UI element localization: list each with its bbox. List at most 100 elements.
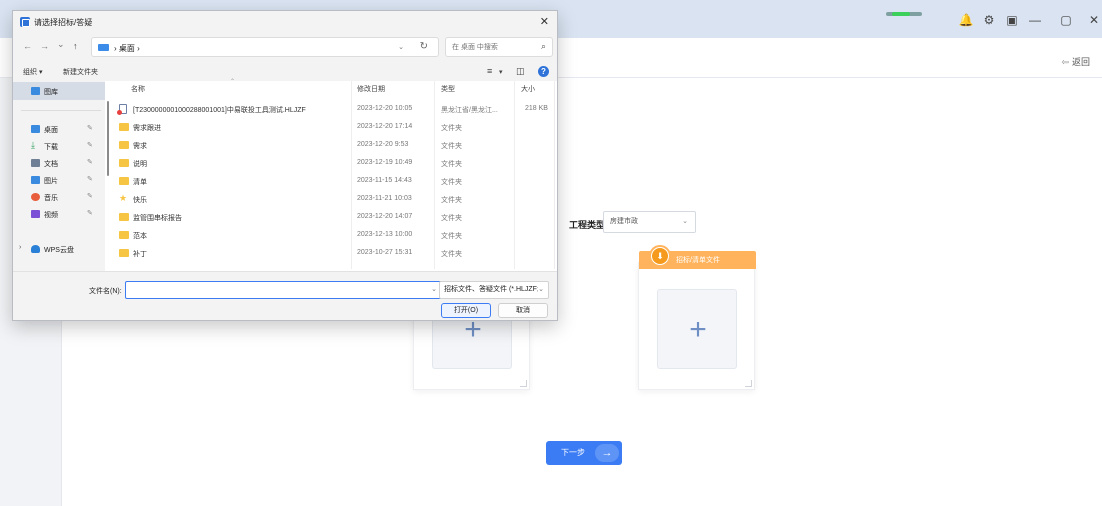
view-list-icon[interactable]: ≡ — [487, 66, 492, 76]
back-button[interactable]: ⇦ 返回 — [1061, 55, 1090, 68]
column-header-date[interactable]: 修改日期 — [357, 84, 385, 94]
file-type-value: 招标文件、答疑文件 (*.HLJZF;* — [444, 286, 542, 293]
organize-menu[interactable]: 组织 ▾ — [23, 67, 42, 77]
column-header-name[interactable]: 名称 — [131, 84, 145, 94]
settings-icon[interactable]: ⚙ — [981, 12, 997, 28]
screen-icon[interactable]: ▣ — [1004, 12, 1020, 28]
file-name: 需求 — [133, 143, 147, 150]
recent-locations-icon[interactable]: ⌄ — [57, 39, 65, 50]
file-date: 2023-12-20 14:07 — [357, 213, 413, 220]
close-window-button[interactable]: ✕ — [1086, 12, 1102, 28]
file-name: [T2300000001000288001001]中易联投工具测试.HLJZF — [133, 107, 306, 114]
forward-arrow-icon[interactable]: → — [40, 41, 49, 51]
folder-row[interactable]: 监管围串标报告 2023-12-20 14:07 文件夹 — [105, 208, 557, 226]
desktop-icon — [31, 125, 40, 133]
column-header-size[interactable]: 大小 — [521, 84, 535, 94]
file-type: 文件夹 — [441, 215, 462, 222]
sidebar-item-gallery[interactable]: 图库 — [13, 82, 105, 100]
music-icon — [31, 193, 40, 201]
file-date: 2023-12-20 9:53 — [357, 141, 409, 148]
pin-icon: ✎ — [87, 125, 93, 132]
search-box[interactable]: ⌕ — [445, 37, 553, 57]
cancel-button[interactable]: 取消 — [498, 303, 548, 318]
sidebar-item-downloads[interactable]: ⤓ 下载 ✎ — [13, 137, 105, 155]
sidebar-item-wps-cloud[interactable]: › WPS云盘 — [13, 240, 105, 258]
folder-row[interactable]: 需求 2023-12-20 9:53 文件夹 — [105, 136, 557, 154]
pin-icon: ✎ — [87, 176, 93, 183]
file-list: ⌃ 名称 修改日期 类型 大小 [T2300000001000288001001… — [105, 79, 557, 271]
file-type: 文件夹 — [441, 161, 462, 168]
folder-row[interactable]: ★ 快乐 2023-11-21 10:03 文件夹 — [105, 190, 557, 208]
folder-row[interactable]: 清单 2023-11-15 14:43 文件夹 — [105, 172, 557, 190]
sidebar-item-music[interactable]: 音乐 ✎ — [13, 188, 105, 206]
search-input[interactable] — [446, 38, 534, 56]
arrow-right-icon: → — [595, 444, 619, 462]
sidebar-item-label: 音乐 — [44, 195, 58, 202]
preview-pane-icon[interactable]: ◫ — [516, 66, 525, 77]
folder-icon — [119, 141, 129, 149]
new-folder-button[interactable]: 新建文件夹 — [63, 67, 98, 77]
maximize-button[interactable]: ▢ — [1058, 12, 1074, 28]
sidebar-item-label: 文档 — [44, 161, 58, 168]
resize-corner — [520, 380, 527, 387]
drop-zone[interactable]: + — [657, 289, 737, 369]
sidebar-item-label: WPS云盘 — [44, 247, 74, 254]
minimize-button[interactable]: — — [1027, 12, 1043, 28]
up-arrow-icon[interactable]: ↑ — [73, 41, 78, 51]
bell-icon[interactable]: 🔔 — [958, 12, 974, 28]
file-type: 文件夹 — [441, 125, 462, 132]
file-date: 2023-12-20 10:05 — [357, 105, 413, 112]
column-header-type[interactable]: 类型 — [441, 84, 455, 94]
file-date: 2023-12-19 10:49 — [357, 159, 413, 166]
help-icon[interactable]: ? — [538, 66, 549, 77]
chevron-down-icon: ⌄ — [538, 282, 544, 298]
pictures-icon — [31, 176, 40, 184]
sidebar-item-videos[interactable]: 视频 ✎ — [13, 205, 105, 223]
folder-icon — [119, 159, 129, 167]
resize-corner — [745, 380, 752, 387]
open-button[interactable]: 打开(O) — [441, 303, 491, 318]
file-name: 范本 — [133, 233, 147, 240]
sidebar-item-label: 图片 — [44, 178, 58, 185]
pin-icon: ✎ — [87, 210, 93, 217]
file-date: 2023-11-21 10:03 — [357, 195, 412, 202]
pin-icon: ✎ — [87, 193, 93, 200]
hljzf-file-icon — [117, 104, 127, 115]
project-type-select[interactable]: 房建市政 ⌄ — [603, 211, 696, 233]
star-icon: ★ — [119, 193, 128, 203]
close-icon[interactable]: ✕ — [540, 15, 549, 28]
chevron-down-icon[interactable]: ⌄ — [398, 43, 404, 51]
sidebar-item-label: 视频 — [44, 212, 58, 219]
card-title: 招标/清单文件 — [676, 257, 720, 264]
pin-icon: ✎ — [87, 142, 93, 149]
dialog-toolbar: 组织 ▾ 新建文件夹 ≡ ▾ ◫ ? — [13, 63, 557, 81]
filename-input[interactable] — [126, 282, 426, 298]
chevron-right-icon[interactable]: › — [19, 244, 21, 251]
folder-row[interactable]: 范本 2023-12-13 10:00 文件夹 — [105, 226, 557, 244]
folder-row[interactable]: 需求跟进 2023-12-20 17:14 文件夹 — [105, 118, 557, 136]
file-type: 文件夹 — [441, 197, 462, 204]
refresh-icon[interactable]: ↻ — [420, 41, 428, 52]
file-row[interactable]: [T2300000001000288001001]中易联投工具测试.HLJZF … — [105, 100, 557, 118]
file-type: 文件夹 — [441, 251, 462, 258]
file-type-select[interactable]: 招标文件、答疑文件 (*.HLJZF;* ⌄ — [439, 281, 549, 299]
next-step-button[interactable]: 下一步 → — [546, 441, 622, 465]
file-name: 快乐 — [133, 197, 147, 204]
file-size: 218 KB — [525, 105, 548, 112]
gallery-icon — [31, 87, 40, 95]
download-icon — [649, 245, 671, 267]
search-icon: ⌕ — [540, 41, 546, 51]
sidebar-item-pictures[interactable]: 图片 ✎ — [13, 171, 105, 189]
sidebar-item-documents[interactable]: 文档 ✎ — [13, 154, 105, 172]
view-dropdown-icon[interactable]: ▾ — [499, 68, 503, 76]
sidebar-item-desktop[interactable]: 桌面 ✎ — [13, 120, 105, 138]
upload-card-tender[interactable]: 招标/清单文件 + — [638, 245, 756, 390]
folder-row[interactable]: 说明 2023-12-19 10:49 文件夹 — [105, 154, 557, 172]
plus-icon: + — [689, 313, 707, 346]
filename-label: 文件名(N): — [89, 288, 122, 295]
filename-field[interactable]: ⌄ — [125, 281, 443, 299]
chevron-down-icon[interactable]: ⌄ — [431, 285, 437, 293]
folder-row[interactable]: 补丁 2023-10-27 15:31 文件夹 — [105, 244, 557, 262]
back-arrow-icon[interactable]: ← — [23, 41, 32, 51]
address-bar[interactable]: › 桌面 › ⌄ ↻ — [91, 37, 439, 57]
